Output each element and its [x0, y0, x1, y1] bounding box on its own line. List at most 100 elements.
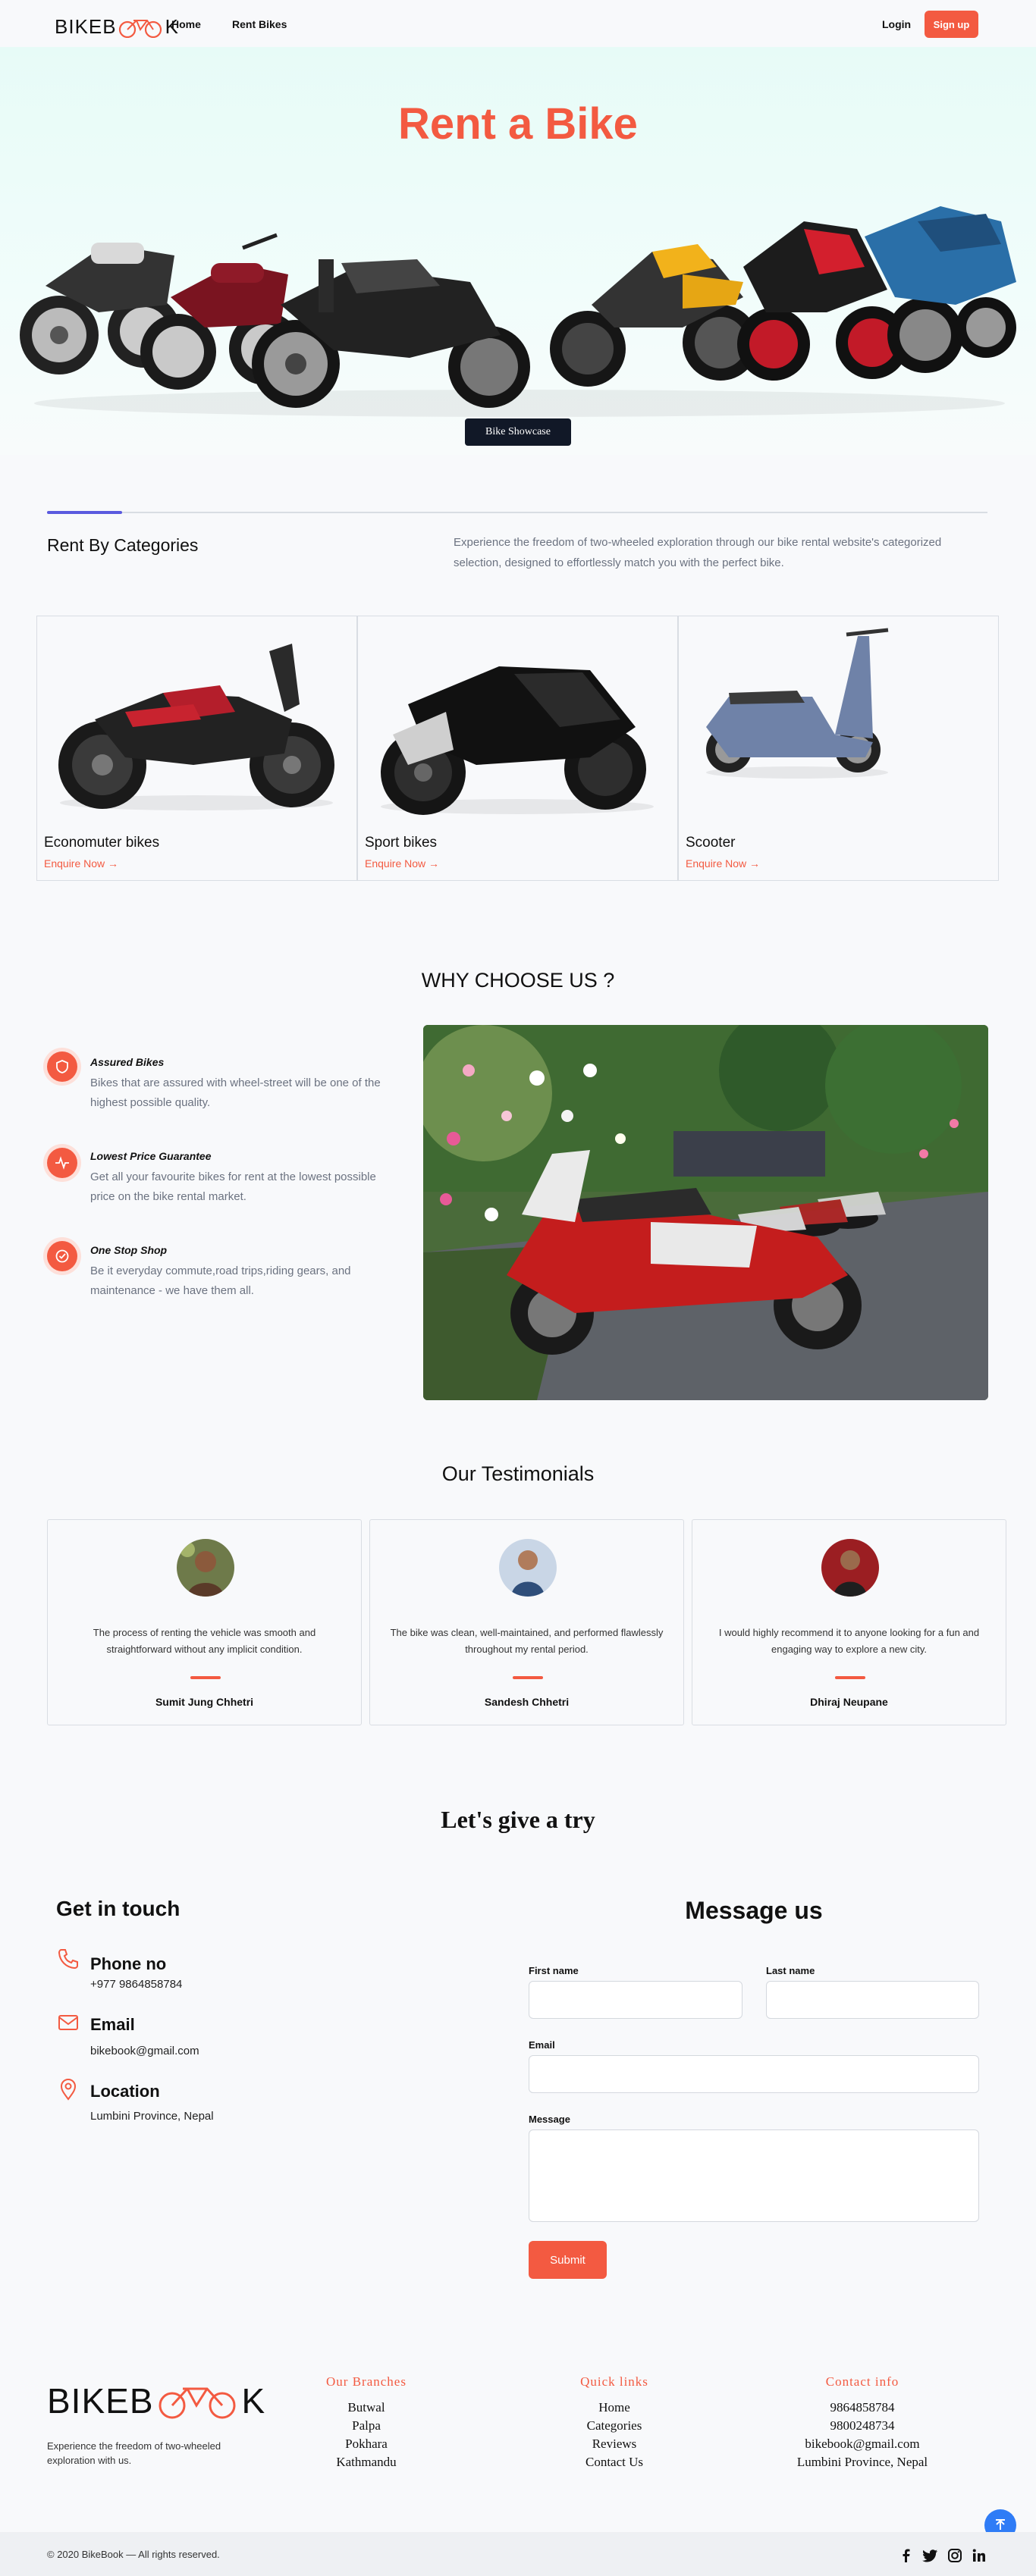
branch-item[interactable]: Pokhara: [268, 2435, 465, 2453]
facebook-icon[interactable]: [898, 2547, 915, 2564]
location-pin-icon: [60, 2078, 77, 2101]
email-field-label: Email: [529, 2039, 555, 2051]
footer-contact-info: Contact info 9864858784 9800248734 bikeb…: [764, 2374, 961, 2471]
enquire-now-link[interactable]: Enquire Now →: [365, 857, 439, 870]
linkedin-icon[interactable]: [971, 2547, 987, 2564]
footer-logo[interactable]: BIKEB K: [47, 2380, 265, 2421]
testimonial-author: Sandesh Chhetri: [484, 1696, 570, 1708]
arrow-up-icon: [996, 2519, 1005, 2530]
phone-label: Phone no: [90, 1954, 167, 1973]
signup-button[interactable]: Sign up: [925, 11, 978, 38]
bike-showcase-button[interactable]: Bike Showcase: [465, 418, 571, 446]
enquire-now-label: Enquire Now: [365, 857, 426, 870]
testimonial-text: The process of renting the vehicle was s…: [93, 1627, 316, 1655]
bicycle-logo-icon: [118, 20, 162, 38]
testimonial-author: Dhiraj Neupane: [810, 1696, 888, 1708]
message-textarea[interactable]: [529, 2129, 979, 2222]
submit-button[interactable]: Submit: [529, 2241, 607, 2279]
bicycle-logo-icon: [159, 2387, 236, 2419]
footer-logo-text-end: K: [241, 2381, 266, 2421]
phone-icon: [58, 1949, 78, 1970]
contact-info-item: Lumbini Province, Nepal: [796, 2455, 928, 2469]
get-in-touch-title: Get in touch: [56, 1897, 181, 1920]
testimonial-divider: [835, 1676, 865, 1679]
category-card-scooter[interactable]: Scooter Enquire Now →: [678, 616, 999, 881]
avatar: [177, 1539, 234, 1597]
feature-description: Get all your favourite bikes for rent at…: [90, 1170, 376, 1203]
footer-quick-links: Quick links Home Categories Reviews Cont…: [516, 2374, 713, 2471]
message-us-title: Message us: [685, 1897, 823, 1924]
enquire-now-link[interactable]: Enquire Now →: [686, 857, 760, 870]
testimonial-divider: [190, 1676, 221, 1679]
footer-branches: Our Branches Butwal Palpa Pokhara Kathma…: [268, 2374, 465, 2471]
category-name: Scooter: [686, 835, 736, 851]
arrow-right-icon: →: [108, 857, 119, 870]
footer-link-contact[interactable]: Contact Us: [516, 2453, 713, 2471]
login-button[interactable]: Login: [882, 18, 911, 30]
lets-give-a-try-title: Let's give a try: [441, 1806, 595, 1833]
location-label: Location: [90, 2082, 160, 2101]
footer-description: Experience the freedom of two-wheeled ex…: [47, 2440, 221, 2466]
category-name: Sport bikes: [365, 835, 438, 851]
scooter-image: [706, 628, 889, 779]
commuter-bike-image: [58, 644, 334, 810]
footer-link-reviews[interactable]: Reviews: [516, 2435, 713, 2453]
branch-item[interactable]: Kathmandu: [268, 2453, 465, 2471]
feature-title: Assured Bikes: [90, 1056, 165, 1068]
copyright-text: © 2020 BikeBook — All rights reserved.: [47, 2549, 220, 2560]
last-name-label: Last name: [766, 1965, 815, 1976]
feature-description: Be it everyday commute,road trips,riding…: [90, 1264, 351, 1297]
email-field[interactable]: [529, 2055, 979, 2093]
categories-description: Experience the freedom of two-wheeled ex…: [454, 536, 942, 569]
category-card-sport[interactable]: Sport bikes Enquire Now →: [357, 616, 678, 881]
contact-info-item: 9800248734: [830, 2418, 895, 2433]
first-name-label: First name: [529, 1965, 579, 1976]
testimonial-text: I would highly recommend it to anyone lo…: [718, 1627, 980, 1655]
brand-logo[interactable]: BIKEB K: [55, 15, 179, 39]
testimonial-author: Sumit Jung Chhetri: [155, 1696, 254, 1708]
first-name-field[interactable]: [529, 1981, 742, 2019]
categories-title: Rent By Categories: [47, 535, 199, 555]
footer-logo-text-start: BIKEB: [47, 2381, 154, 2421]
activity-pulse-icon: [47, 1148, 77, 1178]
instagram-icon[interactable]: [947, 2547, 963, 2564]
feature-description: Bikes that are assured with wheel-street…: [90, 1076, 381, 1109]
nav-home[interactable]: Home: [171, 18, 201, 30]
branch-item[interactable]: Butwal: [268, 2399, 465, 2417]
contact-info-item: bikebook@gmail.com: [805, 2437, 920, 2451]
hero-title: Rent a Bike: [398, 99, 638, 149]
enquire-now-link[interactable]: Enquire Now →: [44, 857, 118, 870]
contact-info-item: 9864858784: [830, 2400, 895, 2415]
email-icon: [58, 2015, 78, 2030]
testimonial-card: The bike was clean, well-maintained, and…: [369, 1519, 684, 1725]
phone-value: +977 9864858784: [90, 1978, 183, 1991]
footer-link-home[interactable]: Home: [516, 2399, 713, 2417]
logo-text-start: BIKEB: [55, 15, 117, 38]
testimonials-title: Our Testimonials: [441, 1462, 595, 1485]
top-navbar: BIKEB K Home Rent Bikes Login Sign up: [0, 0, 1036, 47]
branches-heading: Our Branches: [326, 2374, 407, 2389]
why-choose-us-title: WHY CHOOSE US ?: [421, 969, 615, 992]
quick-links-heading: Quick links: [580, 2374, 648, 2389]
check-circle-icon: [47, 1241, 77, 1271]
message-label: Message: [529, 2114, 570, 2125]
nav-rent-bikes[interactable]: Rent Bikes: [232, 18, 287, 30]
location-value: Lumbini Province, Nepal: [90, 2110, 214, 2123]
hero-section: Rent a Bike Bike Showcase: [0, 47, 1036, 455]
feature-title: Lowest Price Guarantee: [90, 1150, 212, 1162]
avatar: [821, 1539, 879, 1597]
testimonial-card: The process of renting the vehicle was s…: [47, 1519, 362, 1725]
footer-link-categories[interactable]: Categories: [516, 2417, 713, 2435]
twitter-icon[interactable]: [922, 2547, 939, 2564]
shield-icon: [47, 1051, 77, 1082]
category-card-economuter[interactable]: Economuter bikes Enquire Now →: [36, 616, 357, 881]
category-name: Economuter bikes: [44, 835, 160, 851]
last-name-field[interactable]: [766, 1981, 979, 2019]
email-value: bikebook@gmail.com: [90, 2045, 199, 2057]
branch-item[interactable]: Palpa: [268, 2417, 465, 2435]
contact-info-heading: Contact info: [825, 2374, 899, 2389]
arrow-right-icon: →: [749, 857, 761, 870]
sport-bike-image: [381, 666, 654, 815]
testimonial-card: I would highly recommend it to anyone lo…: [692, 1519, 1006, 1725]
testimonial-text: The bike was clean, well-maintained, and…: [390, 1627, 664, 1655]
